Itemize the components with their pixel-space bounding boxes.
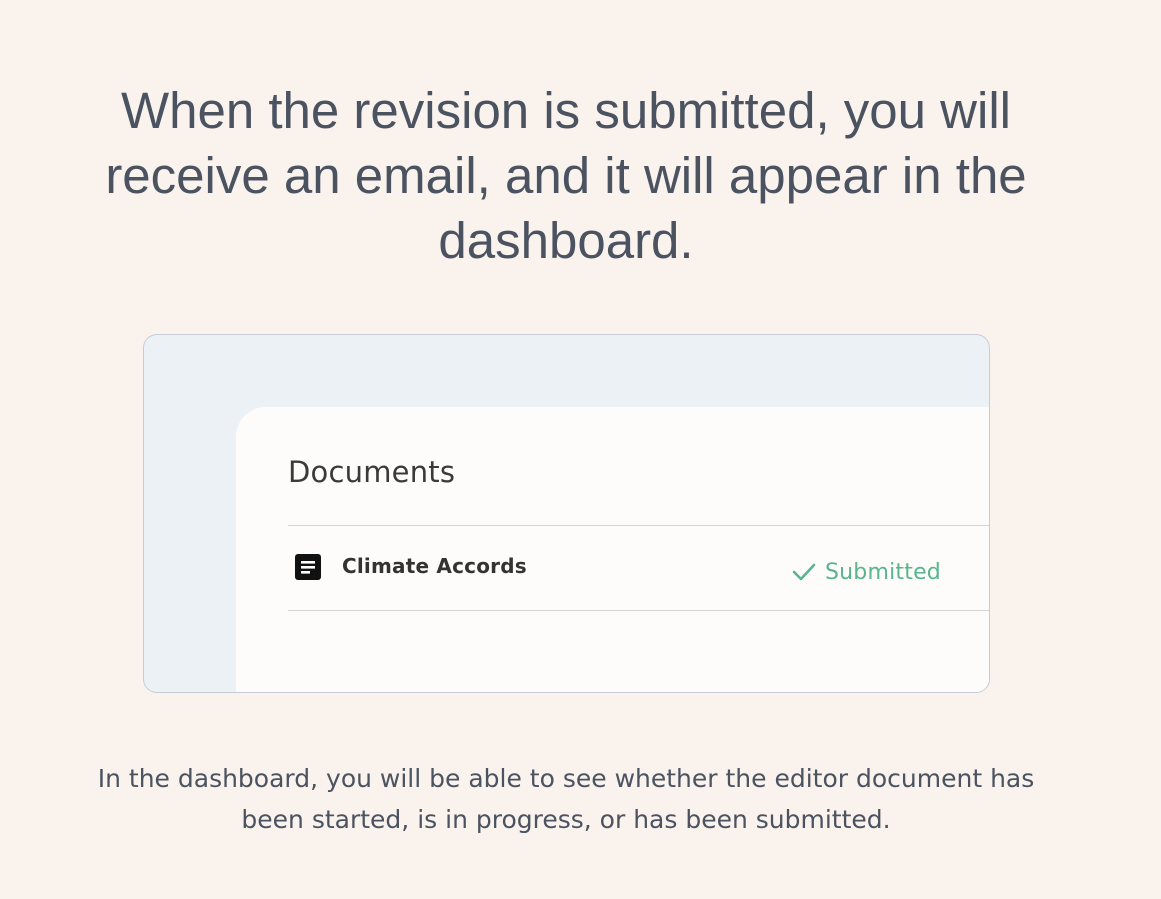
documents-title: Documents: [288, 455, 456, 489]
page-headline: When the revision is submitted, you will…: [105, 82, 1027, 269]
caption-text: In the dashboard, you will be able to se…: [97, 764, 1035, 834]
document-row[interactable]: Climate Accords Submitted: [288, 527, 989, 609]
status-label: Submitted: [825, 559, 941, 585]
document-name[interactable]: Climate Accords: [342, 554, 527, 578]
row-divider: [288, 525, 989, 526]
documents-panel: Documents Climate Accords Submitted: [236, 407, 989, 692]
check-icon: [792, 563, 816, 581]
row-divider: [288, 610, 989, 611]
document-icon: [295, 554, 321, 580]
status-badge: Submitted: [791, 558, 941, 586]
dashboard-preview: Documents Climate Accords Submitted: [143, 334, 990, 693]
